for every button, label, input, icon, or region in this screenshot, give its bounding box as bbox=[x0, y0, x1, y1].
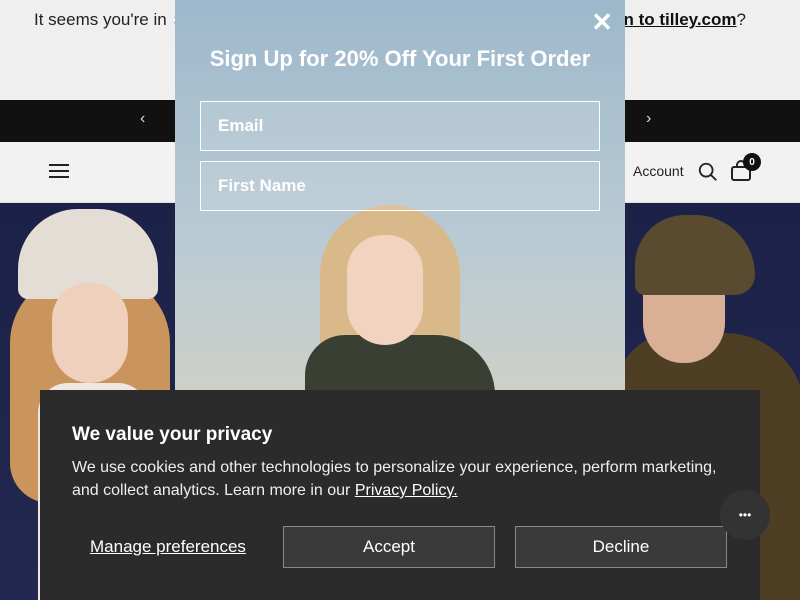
privacy-banner: We value your privacy We use cookies and… bbox=[40, 390, 760, 600]
hamburger-icon[interactable] bbox=[49, 164, 69, 180]
account-link[interactable]: Account bbox=[633, 163, 684, 179]
geo-suffix: ? bbox=[736, 10, 746, 29]
chat-icon[interactable]: ••• bbox=[720, 490, 770, 540]
close-icon[interactable]: ✕ bbox=[590, 9, 614, 35]
cart-count-badge: 0 bbox=[743, 153, 761, 171]
decline-button[interactable]: Decline bbox=[515, 526, 727, 568]
geo-message: It seems you're in bbox=[34, 10, 188, 30]
search-icon[interactable] bbox=[697, 161, 719, 183]
geo-message-text: It seems you're in bbox=[34, 10, 167, 29]
modal-title: Sign Up for 20% Off Your First Order bbox=[209, 46, 591, 71]
chevron-right-icon[interactable]: › bbox=[646, 110, 651, 128]
privacy-text: We use cookies and other technologies to… bbox=[72, 456, 732, 502]
geo-redirect-link[interactable]: n to tilley.com bbox=[623, 10, 736, 29]
privacy-title: We value your privacy bbox=[72, 424, 273, 445]
modal-photo-face bbox=[347, 235, 423, 345]
privacy-policy-link[interactable]: Privacy Policy. bbox=[355, 482, 458, 499]
manage-preferences-link[interactable]: Manage preferences bbox=[90, 537, 246, 557]
geo-link-wrap: n to tilley.com? bbox=[623, 10, 746, 30]
chevron-left-icon[interactable]: ‹ bbox=[140, 110, 145, 128]
accept-button[interactable]: Accept bbox=[283, 526, 495, 568]
chat-dots: ••• bbox=[738, 508, 752, 522]
first-name-field[interactable] bbox=[200, 161, 600, 211]
email-field[interactable] bbox=[200, 101, 600, 151]
